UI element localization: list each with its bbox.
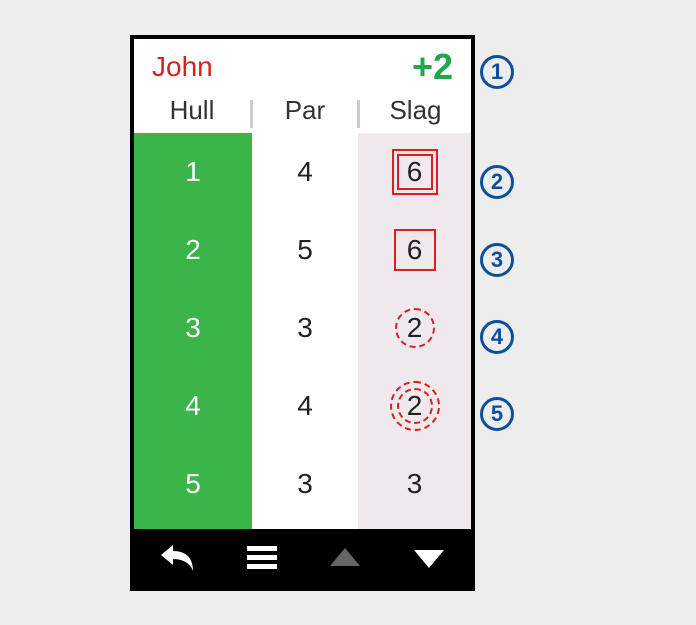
callout-label: 3 [480, 243, 514, 277]
hull-cell: 5 [134, 445, 252, 523]
device-screen: John +2 Hull Par Slag 1 2 3 4 5 4 5 3 4 … [130, 35, 475, 591]
slag-value: 3 [407, 468, 423, 500]
scorecard-header: John +2 [134, 39, 471, 89]
hull-cell: 3 [134, 289, 252, 367]
slag-value: 2 [407, 390, 423, 422]
slag-value: 2 [407, 312, 423, 344]
score-diff: +2 [412, 46, 453, 88]
slag-cell[interactable]: 6 [358, 133, 471, 211]
columns-header: Hull Par Slag [134, 89, 471, 133]
column-header-hull: Hull [134, 95, 250, 126]
slag-value: 6 [407, 156, 423, 188]
callout-label: 4 [480, 320, 514, 354]
callout-label: 2 [480, 165, 514, 199]
callout-label: 1 [480, 55, 514, 89]
slag-cell[interactable]: 2 [358, 367, 471, 445]
slag-value: 6 [407, 234, 423, 266]
hull-cell: 1 [134, 133, 252, 211]
scroll-down-button[interactable] [412, 546, 446, 570]
double-square-marker: 6 [392, 149, 438, 195]
player-name: John [152, 51, 213, 83]
par-column: 4 5 3 4 3 [252, 133, 358, 529]
hull-cell: 2 [134, 211, 252, 289]
menu-button[interactable] [245, 544, 279, 572]
back-button[interactable] [159, 543, 195, 573]
column-header-slag: Slag [360, 95, 471, 126]
par-cell: 4 [252, 133, 358, 211]
scroll-up-button[interactable] [328, 546, 362, 570]
hull-cell: 4 [134, 367, 252, 445]
dashed-circle-marker: 2 [395, 308, 435, 348]
double-dashed-circle-marker: 2 [390, 381, 440, 431]
par-cell: 4 [252, 367, 358, 445]
bottom-nav-bar [134, 529, 471, 587]
single-square-marker: 6 [394, 229, 436, 271]
slag-column: 6 6 2 2 3 [358, 133, 471, 529]
par-cell: 3 [252, 445, 358, 523]
slag-cell[interactable]: 2 [358, 289, 471, 367]
par-cell: 3 [252, 289, 358, 367]
slag-cell[interactable]: 6 [358, 211, 471, 289]
slag-cell[interactable]: 3 [358, 445, 471, 523]
callout-label: 5 [480, 397, 514, 431]
scorecard-body: 1 2 3 4 5 4 5 3 4 3 6 6 [134, 133, 471, 529]
par-cell: 5 [252, 211, 358, 289]
hull-column: 1 2 3 4 5 [134, 133, 252, 529]
column-header-par: Par [253, 95, 357, 126]
